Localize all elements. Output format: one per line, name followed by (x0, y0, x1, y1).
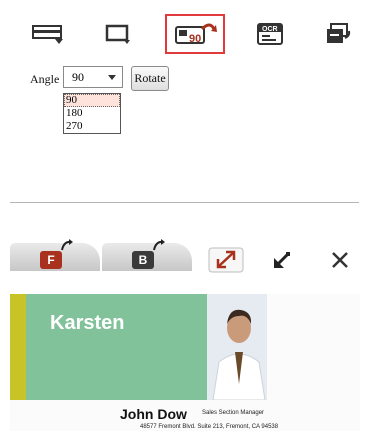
shrink-icon (274, 252, 290, 268)
top-toolbar: 90 OCR (0, 0, 369, 58)
back-side-label: B (132, 251, 154, 269)
angle-dropdown-list: 90 180 270 (63, 93, 121, 134)
front-side-label: F (40, 251, 62, 269)
close-icon (332, 252, 348, 268)
scan-card-button[interactable] (28, 14, 68, 54)
card-preview: Karsten John Dow Sales Section Manager 4… (10, 294, 360, 431)
angle-select-value: 90 (72, 70, 84, 84)
expand-button[interactable] (208, 245, 244, 275)
rotate-arrow-icon (153, 239, 165, 251)
ocr-icon: OCR (257, 23, 283, 45)
ocr-label: OCR (262, 26, 278, 33)
card-address: 48577 Fremont Blvd. Suite 213, Fremont, … (140, 424, 279, 430)
rotate-panel: Angle 90 Rotate 90 180 270 (0, 58, 369, 198)
card-display-name: Karsten (50, 312, 125, 334)
expand-icon (208, 247, 244, 273)
card-person-name: John Dow (120, 406, 187, 422)
rotate-arrow-icon (61, 239, 73, 251)
rotate-button[interactable]: Rotate (131, 66, 169, 91)
angle-option-270[interactable]: 270 (64, 120, 120, 133)
rotate-button-toolbar[interactable]: 90 (165, 14, 225, 54)
back-side-button[interactable]: B (102, 239, 192, 271)
card-accent-stripe (10, 294, 26, 400)
angle-label: Angle (30, 72, 60, 86)
rotate-90-label: 90 (189, 33, 201, 45)
export-card-icon (327, 23, 351, 43)
window-button[interactable] (98, 14, 138, 54)
divider (10, 202, 359, 203)
scan-card-icon (32, 25, 63, 44)
angle-option-90[interactable]: 90 (64, 94, 120, 107)
portrait-photo (207, 294, 267, 400)
rotate-90-icon: 90 (175, 23, 217, 45)
card-person-title: Sales Section Manager (202, 410, 265, 416)
angle-option-180[interactable]: 180 (64, 107, 120, 120)
card-header-panel (26, 294, 207, 400)
front-side-button[interactable]: F (10, 239, 100, 271)
card-side-bar: F B (0, 235, 369, 279)
export-card-button[interactable] (318, 14, 358, 54)
chevron-down-icon (108, 75, 116, 80)
angle-select[interactable]: 90 (63, 66, 123, 88)
shrink-button[interactable] (264, 245, 300, 275)
ocr-button[interactable]: OCR (250, 14, 290, 54)
window-icon (105, 24, 130, 44)
close-button[interactable] (322, 245, 358, 275)
